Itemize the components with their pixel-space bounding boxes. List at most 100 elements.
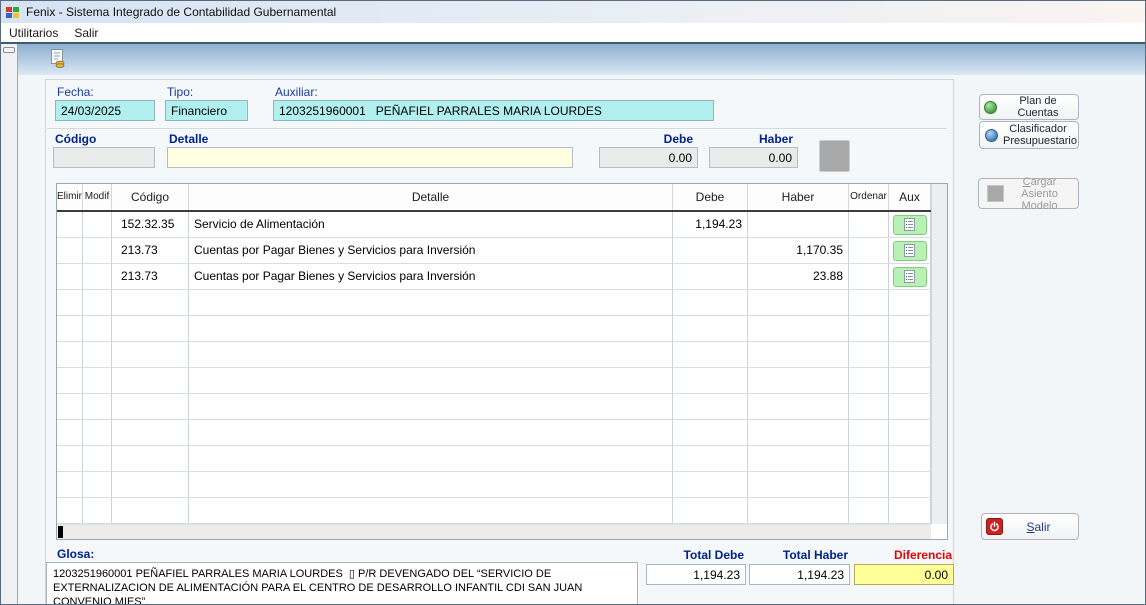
table-row[interactable]: 152.32.35Servicio de Alimentación1,194.2… (57, 212, 947, 238)
diferencia-field (854, 564, 954, 585)
auxiliar-input[interactable] (273, 100, 714, 121)
cell-ordenar (849, 290, 889, 315)
debe-input[interactable] (599, 147, 698, 168)
total-haber-label: Total Haber (749, 548, 848, 562)
cell-ordenar (849, 420, 889, 445)
table-header: EliminModifCódigoDetalleDebeHaberOrdenar… (57, 184, 947, 212)
entries-table: EliminModifCódigoDetalleDebeHaberOrdenar… (56, 183, 948, 540)
cell-detalle (189, 498, 673, 523)
cell-modif (83, 420, 112, 445)
aux-notepad-button[interactable] (893, 241, 927, 261)
clasificador-presupuestario-button[interactable]: Clasificador Presupuestario (979, 121, 1079, 149)
table-row[interactable]: 213.73Cuentas por Pagar Bienes y Servici… (57, 238, 947, 264)
cell-haber (748, 394, 849, 419)
aux-notepad-button[interactable] (893, 215, 927, 235)
cell-detalle (189, 446, 673, 471)
cell-codigo (112, 290, 189, 315)
cell-haber (748, 212, 849, 237)
left-collapsed-panel (1, 44, 18, 605)
aux-notepad-button[interactable] (893, 267, 927, 287)
cell-haber (748, 498, 849, 523)
cell-ordenar (849, 264, 889, 289)
cell-elimin (57, 316, 83, 341)
table-row-empty[interactable] (57, 394, 947, 420)
cell-ordenar (849, 238, 889, 263)
cell-detalle (189, 342, 673, 367)
col-header-modif: Modif (83, 184, 112, 210)
tipo-input[interactable] (165, 100, 248, 121)
detalle-input[interactable] (167, 147, 573, 168)
salir-button[interactable]: Salir (981, 513, 1079, 540)
journal-document-icon[interactable] (45, 47, 71, 73)
salir-label: Salir (1003, 521, 1074, 533)
cell-detalle: Servicio de Alimentación (189, 212, 673, 237)
cell-haber (748, 316, 849, 341)
haber-input[interactable] (709, 147, 798, 168)
cell-elimin (57, 368, 83, 393)
table-row-empty[interactable] (57, 446, 947, 472)
splitter-grip[interactable] (3, 47, 15, 53)
cell-modif (83, 212, 112, 237)
cell-modif (83, 238, 112, 263)
detalle-label: Detalle (169, 132, 208, 146)
cell-detalle (189, 316, 673, 341)
table-row-empty[interactable] (57, 342, 947, 368)
add-entry-button[interactable] (819, 140, 850, 172)
cell-haber (748, 290, 849, 315)
menubar: Utilitarios Salir (1, 23, 1146, 42)
col-header-codigo: Código (112, 184, 189, 210)
menu-utilitarios[interactable]: Utilitarios (1, 24, 66, 42)
cell-aux (889, 316, 931, 341)
cargar-asiento-modelo-button[interactable]: Cargar Asiento Modelo (978, 178, 1079, 209)
table-row-empty[interactable] (57, 472, 947, 498)
cell-aux (889, 238, 931, 263)
glosa-textbox[interactable]: 1203251960001 PEÑAFIEL PARRALES MARIA LO… (46, 562, 638, 605)
cell-codigo (112, 368, 189, 393)
cell-codigo (112, 316, 189, 341)
cell-aux (889, 264, 931, 289)
plan-de-cuentas-button[interactable]: Plan de Cuentas (979, 94, 1079, 120)
cell-modif (83, 472, 112, 497)
fecha-label: Fecha: (57, 85, 94, 99)
table-body: 152.32.35Servicio de Alimentación1,194.2… (57, 212, 947, 524)
fecha-input[interactable] (55, 100, 155, 121)
cell-modif (83, 368, 112, 393)
table-row-empty[interactable] (57, 316, 947, 342)
table-horizontal-scrollbar[interactable] (57, 524, 931, 539)
total-haber-field (749, 564, 850, 585)
cell-codigo (112, 342, 189, 367)
cell-debe (673, 420, 748, 445)
table-vertical-scrollbar[interactable] (931, 184, 947, 524)
haber-label: Haber (709, 132, 793, 146)
menu-salir[interactable]: Salir (66, 24, 106, 42)
cell-haber (748, 342, 849, 367)
cell-modif (83, 316, 112, 341)
cell-detalle: Cuentas por Pagar Bienes y Servicios par… (189, 264, 673, 289)
cargar-asiento-label: Cargar Asiento Modelo (1009, 176, 1071, 212)
cell-ordenar (849, 212, 889, 237)
cell-haber (748, 368, 849, 393)
cell-codigo (112, 420, 189, 445)
cell-elimin (57, 446, 83, 471)
cell-ordenar (849, 342, 889, 367)
cell-elimin (57, 212, 83, 237)
table-row-empty[interactable] (57, 290, 947, 316)
scrollbar-caret (58, 526, 63, 538)
total-debe-field (646, 564, 746, 585)
green-sphere-icon (984, 101, 997, 114)
diferencia-label: Diferencia (854, 548, 952, 562)
table-row[interactable]: 213.73Cuentas por Pagar Bienes y Servici… (57, 264, 947, 290)
total-debe-label: Total Debe (646, 548, 744, 562)
table-row-empty[interactable] (57, 420, 947, 446)
app-icon (5, 6, 20, 19)
codigo-input[interactable] (53, 147, 155, 168)
cell-debe (673, 472, 748, 497)
cell-detalle (189, 368, 673, 393)
cell-ordenar (849, 472, 889, 497)
cell-detalle: Cuentas por Pagar Bienes y Servicios par… (189, 238, 673, 263)
table-row-empty[interactable] (57, 368, 947, 394)
table-row-empty[interactable] (57, 498, 947, 524)
cell-elimin (57, 264, 83, 289)
codigo-label: Código (55, 132, 96, 146)
cell-elimin (57, 394, 83, 419)
